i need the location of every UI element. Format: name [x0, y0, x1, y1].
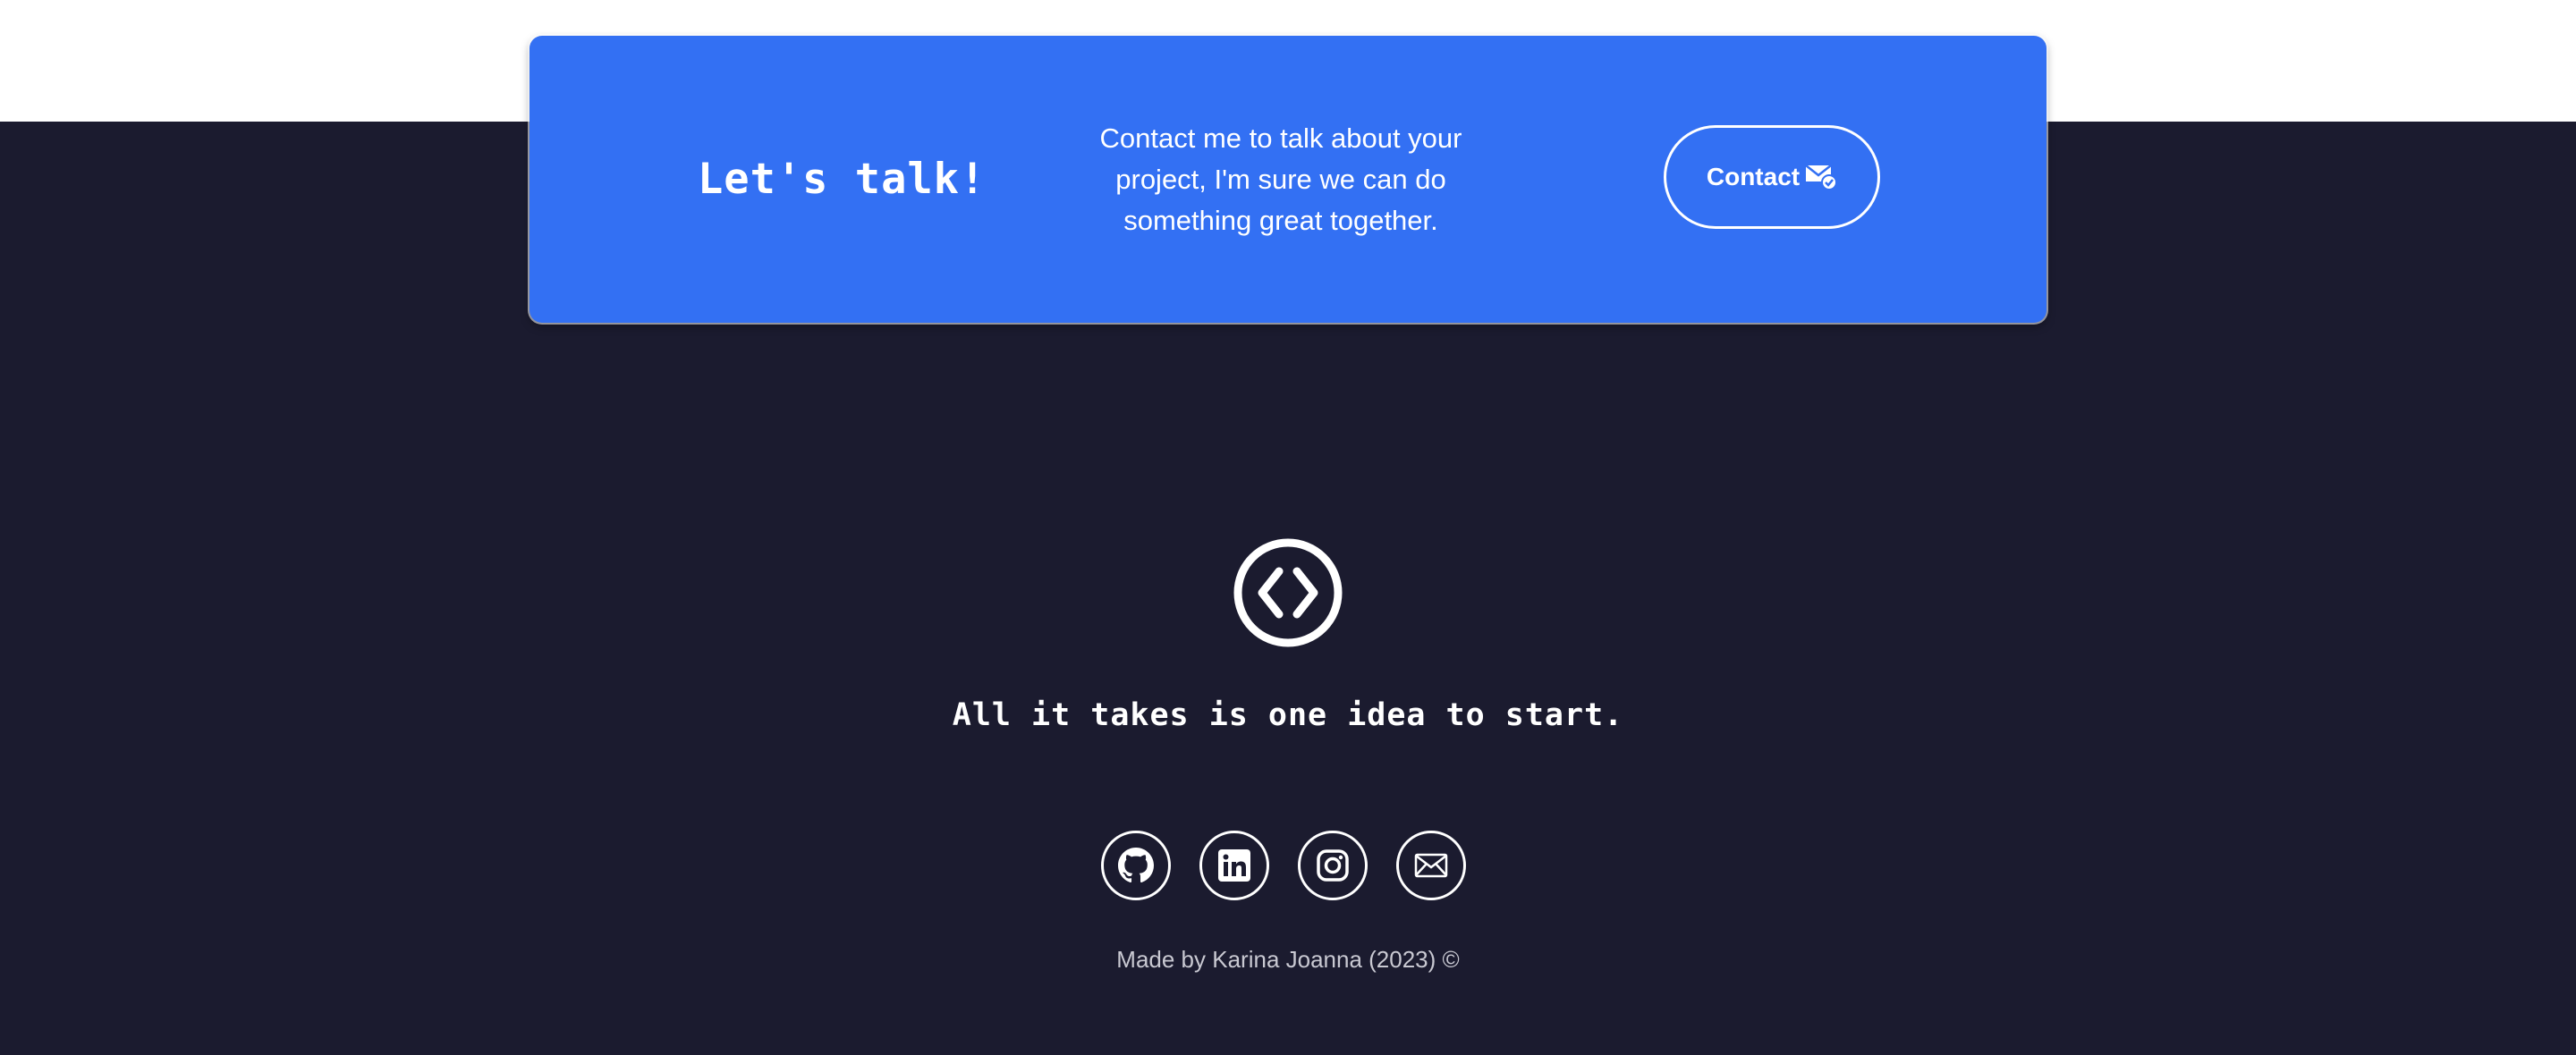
- github-link[interactable]: [1101, 831, 1171, 900]
- linkedin-link[interactable]: [1199, 831, 1269, 900]
- contact-cta-card: Let's talk! Contact me to talk about you…: [530, 36, 2046, 323]
- contact-button-label: Contact: [1706, 163, 1801, 190]
- instagram-link[interactable]: [1298, 831, 1368, 900]
- mail-check-icon: [1805, 165, 1838, 190]
- cta-description: Contact me to talk about your project, I…: [1099, 122, 1462, 236]
- copyright-text: Made by Karina Joanna (2023) ©: [1116, 946, 1460, 973]
- linkedin-icon: [1218, 849, 1250, 882]
- email-icon: [1414, 853, 1448, 878]
- instagram-icon: [1317, 849, 1349, 882]
- contact-button[interactable]: Contact: [1664, 125, 1880, 229]
- cta-title: Let's talk!: [698, 155, 987, 204]
- code-brackets-icon: [1233, 538, 1343, 647]
- email-link[interactable]: [1396, 831, 1466, 900]
- github-icon: [1118, 848, 1154, 883]
- footer-tagline: All it takes is one idea to start.: [952, 697, 1624, 733]
- social-links: [1101, 831, 1475, 904]
